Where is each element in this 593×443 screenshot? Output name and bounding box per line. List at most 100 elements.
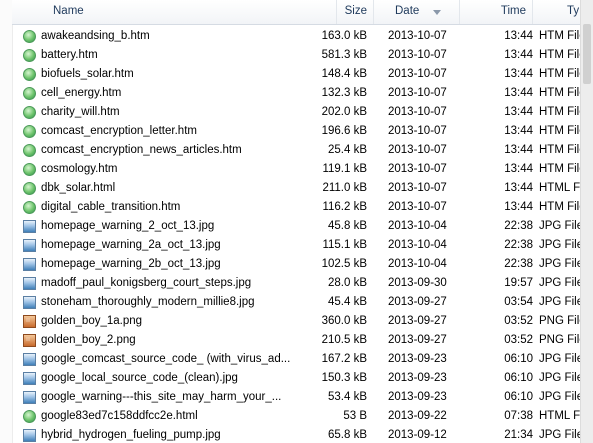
column-header: Name Size Date Time Ty	[12, 0, 580, 25]
table-row[interactable]: google_local_source_code_(clean).jpg 150.…	[12, 369, 580, 388]
file-name: biofuels_solar.htm	[41, 68, 134, 80]
file-name: cell_energy.htm	[41, 87, 122, 99]
table-row[interactable]: madoff_paul_konigsberg_court_steps.jpg 28…	[12, 274, 580, 293]
file-time: 07:38	[504, 410, 533, 422]
column-header-date[interactable]: Date	[374, 0, 460, 24]
table-row[interactable]: awakeandsing_b.htm 163.0 kB 2013-10-07 13:4…	[12, 27, 580, 46]
column-header-time[interactable]: Time	[460, 0, 533, 24]
file-size: 116.2 kB	[322, 201, 367, 213]
column-header-name[interactable]: Name	[12, 0, 337, 24]
file-name: homepage_warning_2a_oct_13.jpg	[41, 239, 221, 251]
table-row[interactable]: cell_energy.htm 132.3 kB 2013-10-07 13:44 HT…	[12, 84, 580, 103]
table-row[interactable]: google_comcast_source_code_ (with_virus_…	[12, 350, 580, 369]
column-header-type[interactable]: Ty	[533, 0, 580, 24]
file-time: 13:44	[504, 201, 533, 213]
file-date: 2013-09-27	[388, 334, 447, 346]
file-name: madoff_paul_konigsberg_court_steps.jpg	[41, 277, 252, 289]
file-date: 2013-10-07	[388, 125, 447, 137]
file-time: 13:44	[504, 68, 533, 80]
table-row[interactable]: digital_cable_transition.htm 116.2 kB 2013…	[12, 198, 580, 217]
file-name: comcast_encryption_letter.htm	[41, 125, 197, 137]
file-name: comcast_encryption_news_articles.htm	[41, 144, 242, 156]
column-header-size[interactable]: Size	[337, 0, 374, 24]
table-row[interactable]: comcast_encryption_letter.htm 196.6 kB 201…	[12, 122, 580, 141]
file-time: 03:52	[504, 334, 533, 346]
file-time: 03:52	[504, 315, 533, 327]
htm-file-icon	[23, 410, 36, 423]
file-date: 2013-09-23	[388, 372, 447, 384]
table-row[interactable]: google83ed7c158ddfcc2e.html 53 B 2013-09-2…	[12, 407, 580, 426]
htm-file-icon	[23, 49, 36, 62]
file-size: 202.0 kB	[321, 106, 367, 118]
column-size-label: Size	[344, 5, 367, 17]
table-row[interactable]: golden_boy_2.png 210.5 kB 2013-09-27 03:52 P…	[12, 331, 580, 350]
file-browser: Name Size Date Time Ty awakeandsing_b.ht…	[0, 0, 593, 443]
vertical-scrollbar[interactable]	[580, 0, 593, 443]
file-type: HTML File	[539, 182, 580, 194]
file-type: JPG File	[539, 372, 580, 384]
jpg-image-icon	[23, 391, 36, 404]
file-time: 19:57	[504, 277, 533, 289]
file-date: 2013-10-04	[388, 220, 447, 232]
jpg-image-icon	[23, 239, 36, 252]
file-size: 45.8 kB	[328, 220, 367, 232]
file-size: 163.0 kB	[321, 30, 367, 42]
htm-file-icon	[23, 163, 36, 176]
table-row[interactable]: charity_will.htm 202.0 kB 2013-10-07 13:44 H…	[12, 103, 580, 122]
scrollbar-thumb[interactable]	[583, 24, 591, 84]
file-time: 06:10	[504, 372, 533, 384]
file-time: 13:44	[504, 163, 533, 175]
table-row[interactable]: cosmology.htm 119.1 kB 2013-10-07 13:44 HTM …	[12, 160, 580, 179]
file-size: 119.1 kB	[322, 163, 367, 175]
table-row[interactable]: hybrid_hydrogen_fueling_pump.jpg 65.8 kB 2…	[12, 426, 580, 443]
htm-file-icon	[23, 182, 36, 195]
table-row[interactable]: homepage_warning_2a_oct_13.jpg 115.1 kB 20…	[12, 236, 580, 255]
file-time: 13:44	[504, 182, 533, 194]
file-date: 2013-09-30	[388, 277, 447, 289]
png-image-icon	[23, 334, 36, 347]
table-row[interactable]: dbk_solar.html 211.0 kB 2013-10-07 13:44 HTM…	[12, 179, 580, 198]
file-time: 22:38	[504, 239, 533, 251]
file-type: JPG File	[539, 277, 580, 289]
table-row[interactable]: comcast_encryption_news_articles.htm 25.4…	[12, 141, 580, 160]
file-time: 13:44	[504, 106, 533, 118]
file-type: JPG File	[539, 258, 580, 270]
file-size: 53 B	[343, 410, 367, 422]
file-type: HTM File	[539, 49, 580, 61]
htm-file-icon	[23, 30, 36, 43]
file-date: 2013-10-07	[388, 106, 447, 118]
file-name: hybrid_hydrogen_fueling_pump.jpg	[41, 429, 221, 441]
file-type: JPG File	[539, 239, 580, 251]
file-size: 150.3 kB	[321, 372, 367, 384]
htm-file-icon	[23, 106, 36, 119]
column-time-label: Time	[500, 5, 526, 17]
table-row[interactable]: homepage_warning_2_oct_13.jpg 45.8 kB 2013…	[12, 217, 580, 236]
file-name: golden_boy_1a.png	[41, 315, 143, 327]
file-size: 102.5 kB	[321, 258, 367, 270]
file-type: HTM File	[539, 144, 580, 156]
file-type: JPG File	[539, 296, 580, 308]
table-row[interactable]: golden_boy_1a.png 360.0 kB 2013-09-27 03:52…	[12, 312, 580, 331]
htm-file-icon	[23, 125, 36, 138]
table-row[interactable]: battery.htm 581.3 kB 2013-10-07 13:44 HTM Fi…	[12, 46, 580, 65]
file-date: 2013-09-23	[388, 391, 447, 403]
file-type: HTM File	[539, 30, 580, 42]
table-row[interactable]: homepage_warning_2b_oct_13.jpg 102.5 kB 20…	[12, 255, 580, 274]
file-size: 65.8 kB	[328, 429, 367, 441]
file-time: 13:44	[504, 125, 533, 137]
table-row[interactable]: stoneham_thoroughly_modern_millie8.jpg 45…	[12, 293, 580, 312]
table-row[interactable]: biofuels_solar.htm 148.4 kB 2013-10-07 13:4…	[12, 65, 580, 84]
file-size: 196.6 kB	[321, 125, 367, 137]
file-time: 13:44	[504, 49, 533, 61]
jpg-image-icon	[23, 429, 36, 442]
file-name: awakeandsing_b.htm	[41, 30, 150, 42]
file-date: 2013-10-07	[388, 30, 447, 42]
table-row[interactable]: google_warning---this_site_may_harm_your…	[12, 388, 580, 407]
file-name: cosmology.htm	[41, 163, 118, 175]
file-time: 03:54	[504, 296, 533, 308]
file-size: 53.4 kB	[328, 391, 367, 403]
file-size: 45.4 kB	[328, 296, 367, 308]
column-type-label: Ty	[567, 5, 580, 17]
file-size: 25.4 kB	[328, 144, 367, 156]
file-date: 2013-09-23	[388, 353, 447, 365]
